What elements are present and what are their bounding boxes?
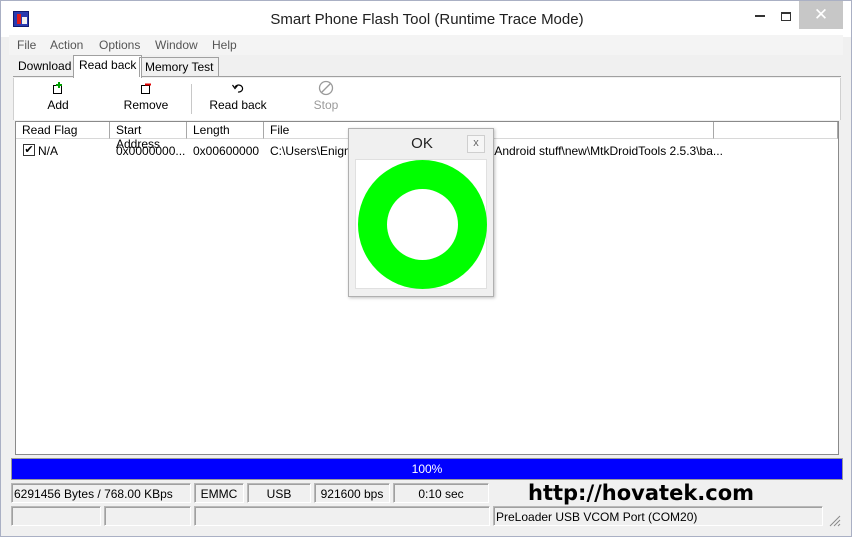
ok-dialog-body bbox=[355, 159, 487, 289]
remove-button[interactable]: Remove bbox=[120, 82, 172, 118]
maximize-button[interactable] bbox=[771, 1, 801, 29]
maximize-icon bbox=[781, 11, 791, 21]
tab-strip: Download Read back Memory Test bbox=[13, 55, 841, 78]
file-cell-start: C:\Users\Enigm bbox=[270, 144, 355, 158]
app-window: Smart Phone Flash Tool (Runtime Trace Mo… bbox=[0, 0, 852, 537]
add-label: Add bbox=[47, 98, 69, 112]
remove-label: Remove bbox=[123, 98, 169, 112]
minimize-icon bbox=[755, 15, 765, 18]
length-cell: 0x00600000 bbox=[193, 144, 260, 158]
progress-label: 100% bbox=[411, 462, 443, 476]
title-bar: Smart Phone Flash Tool (Runtime Trace Mo… bbox=[1, 1, 851, 37]
tab-read-back[interactable]: Read back bbox=[73, 55, 143, 78]
stop-button[interactable]: Stop bbox=[306, 80, 346, 116]
start-address-cell: 0x0000000... bbox=[116, 144, 186, 158]
menu-options[interactable]: Options bbox=[99, 38, 140, 52]
status-connection: USB bbox=[247, 483, 311, 503]
menu-help[interactable]: Help bbox=[212, 38, 237, 52]
progress-bar: 100% bbox=[11, 458, 843, 480]
read-back-label: Read back bbox=[209, 98, 267, 112]
ok-dialog: OK x bbox=[348, 128, 494, 297]
read-back-button[interactable]: Read back bbox=[208, 82, 268, 118]
status-baud-rate: 921600 bps bbox=[314, 483, 390, 503]
close-button[interactable]: ✕ bbox=[799, 1, 843, 29]
remove-icon bbox=[141, 83, 151, 94]
add-button[interactable]: Add bbox=[36, 82, 80, 118]
toolbar-separator bbox=[191, 84, 192, 114]
column-header-start-address[interactable]: Start Address bbox=[110, 122, 187, 151]
add-icon bbox=[53, 82, 62, 94]
status-empty-1 bbox=[11, 506, 101, 526]
menu-window[interactable]: Window bbox=[155, 38, 198, 52]
watermark-text: http://hovatek.com bbox=[528, 481, 755, 505]
window-title: Smart Phone Flash Tool (Runtime Trace Mo… bbox=[270, 11, 584, 28]
status-empty-3 bbox=[194, 506, 490, 526]
status-transfer: 6291456 Bytes / 768.00 KBps bbox=[11, 483, 191, 503]
stop-icon bbox=[318, 80, 334, 96]
close-icon: ✕ bbox=[813, 5, 829, 24]
status-empty-2 bbox=[104, 506, 191, 526]
status-storage: EMMC bbox=[194, 483, 244, 503]
status-port: PreLoader USB VCOM Port (COM20) bbox=[493, 506, 823, 526]
column-header-blank bbox=[714, 122, 838, 139]
ok-dialog-close-button[interactable]: x bbox=[467, 135, 485, 153]
tab-memory-test[interactable]: Memory Test bbox=[139, 57, 220, 77]
column-header-read-flag[interactable]: Read Flag bbox=[16, 122, 110, 139]
menu-action[interactable]: Action bbox=[50, 38, 83, 52]
resize-grip-icon[interactable] bbox=[827, 513, 841, 527]
success-ring-icon bbox=[358, 160, 487, 289]
read-flag-cell: N/A bbox=[38, 144, 59, 158]
toolbar: Add Remove Read back Stop bbox=[13, 78, 841, 120]
status-elapsed-time: 0:10 sec bbox=[393, 483, 489, 503]
menu-bar: File Action Options Window Help bbox=[9, 35, 843, 55]
success-ring-hole bbox=[387, 189, 458, 260]
tab-download[interactable]: Download bbox=[13, 57, 76, 77]
undo-arrow-icon bbox=[232, 84, 244, 93]
stop-label: Stop bbox=[313, 98, 339, 112]
menu-file[interactable]: File bbox=[17, 38, 36, 52]
column-header-length[interactable]: Length bbox=[187, 122, 264, 139]
file-cell-end: \Android stuff\new\MtkDroidTools 2.5.3\b… bbox=[491, 144, 723, 158]
read-flag-checkbox[interactable]: ✔ bbox=[23, 144, 35, 156]
